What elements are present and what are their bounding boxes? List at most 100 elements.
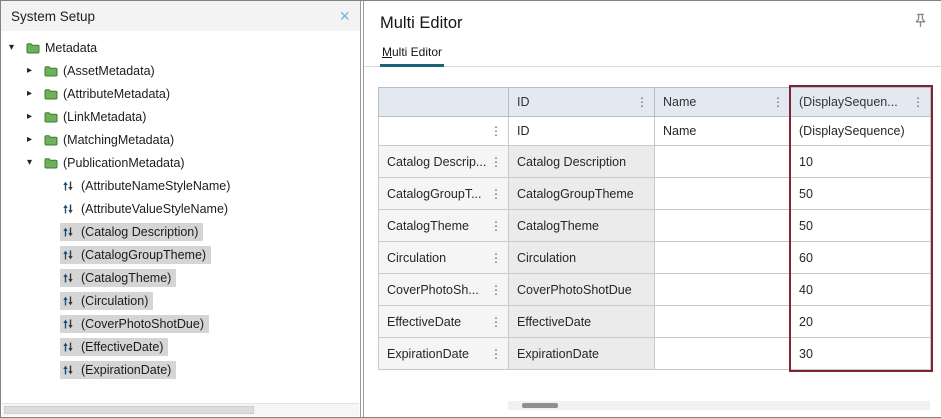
name-cell[interactable] bbox=[655, 146, 791, 178]
attribute-icon bbox=[62, 272, 76, 284]
cell-text: 20 bbox=[799, 315, 813, 329]
display-sequence-cell[interactable]: 60 bbox=[791, 242, 931, 274]
tree-item-attributemetadata[interactable]: ▸(AttributeMetadata) bbox=[1, 82, 360, 105]
cell-menu-icon[interactable]: ⋮ bbox=[486, 348, 502, 360]
id-cell[interactable]: CatalogTheme bbox=[509, 210, 655, 242]
tree-item-catalogtheme[interactable]: (CatalogTheme) bbox=[1, 266, 360, 289]
tree-selection-highlight: (CoverPhotoShotDue) bbox=[60, 315, 209, 333]
cell-menu-icon[interactable]: ⋮ bbox=[486, 316, 502, 328]
tab-multi-editor[interactable]: Multi Editor bbox=[380, 42, 444, 67]
tree-item-matchingmetadata[interactable]: ▸ (MatchingMetadata) bbox=[1, 128, 360, 151]
tree-item-expirationdate[interactable]: (ExpirationDate) bbox=[1, 358, 360, 381]
tree-item-attributenamestylename[interactable]: (AttributeNameStyleName) bbox=[1, 174, 360, 197]
tree-item-metadata[interactable]: ▾ Metadata bbox=[1, 36, 360, 59]
id-cell[interactable]: CatalogGroupTheme bbox=[509, 178, 655, 210]
cell-menu-icon[interactable]: ⋮ bbox=[908, 96, 924, 108]
id-cell[interactable]: CoverPhotoShotDue bbox=[509, 274, 655, 306]
name-cell[interactable] bbox=[655, 178, 791, 210]
cell-text: CoverPhotoShotDue bbox=[517, 283, 632, 297]
tree-selection-highlight: (EffectiveDate) bbox=[60, 338, 168, 356]
attribute-icon bbox=[62, 180, 76, 192]
tree-scrollbar-thumb[interactable] bbox=[4, 406, 254, 414]
cell-menu-icon[interactable]: ⋮ bbox=[486, 188, 502, 200]
row-header-cell[interactable]: ExpirationDate⋮ bbox=[379, 338, 509, 370]
tree-item-circulation[interactable]: (Circulation) bbox=[1, 289, 360, 312]
display-sequence-cell[interactable]: 50 bbox=[791, 178, 931, 210]
cell-text: ID bbox=[517, 95, 530, 109]
row-header-cell[interactable]: Catalog Descrip...⋮ bbox=[379, 146, 509, 178]
cell-text: ExpirationDate bbox=[517, 347, 599, 361]
expand-arrow-icon[interactable]: ▸ bbox=[27, 134, 42, 145]
tree-item-label: (Catalog Description) bbox=[81, 225, 198, 239]
name-cell[interactable] bbox=[655, 210, 791, 242]
id-cell[interactable]: Circulation bbox=[509, 242, 655, 274]
tree-item-label: (CatalogGroupTheme) bbox=[81, 248, 206, 262]
tree-item-label: (AttributeNameStyleName) bbox=[81, 179, 230, 193]
tree-item-coverphotoshotdue[interactable]: (CoverPhotoShotDue) bbox=[1, 312, 360, 335]
display-sequence-cell[interactable]: 50 bbox=[791, 210, 931, 242]
collapse-arrow-icon[interactable]: ▾ bbox=[27, 157, 42, 168]
column-header-name[interactable]: Name ⋮ bbox=[655, 88, 791, 117]
row-header-cell[interactable]: Circulation⋮ bbox=[379, 242, 509, 274]
expand-arrow-icon[interactable]: ▸ bbox=[27, 65, 42, 76]
multi-editor-grid: ID⋮Name⋮(DisplaySequen...⋮⋮IDName(Displa… bbox=[378, 87, 931, 370]
row-header-cell[interactable]: CoverPhotoSh...⋮ bbox=[379, 274, 509, 306]
display-sequence-cell[interactable]: 10 bbox=[791, 146, 931, 178]
tree-item-catalog-description[interactable]: (Catalog Description) bbox=[1, 220, 360, 243]
tree-horizontal-scrollbar[interactable] bbox=[2, 403, 359, 416]
tree-item-publicationmetadata[interactable]: ▾(PublicationMetadata) bbox=[1, 151, 360, 174]
tree-item-linkmetadata[interactable]: ▸(LinkMetadata) bbox=[1, 105, 360, 128]
multi-editor-header: Multi Editor bbox=[364, 1, 941, 33]
display-sequence-cell[interactable]: 30 bbox=[791, 338, 931, 370]
row-header-cell[interactable]: CatalogTheme⋮ bbox=[379, 210, 509, 242]
cell-menu-icon[interactable]: ⋮ bbox=[768, 96, 784, 108]
id-cell[interactable]: ExpirationDate bbox=[509, 338, 655, 370]
pin-icon[interactable] bbox=[913, 13, 928, 33]
tree-item-label: (MatchingMetadata) bbox=[63, 133, 174, 147]
tree-item-content: (PublicationMetadata) bbox=[42, 154, 190, 172]
id-cell[interactable]: Catalog Description bbox=[509, 146, 655, 178]
collapse-arrow-icon[interactable]: ▾ bbox=[9, 42, 24, 53]
name-cell[interactable] bbox=[655, 242, 791, 274]
attribute-icon bbox=[62, 364, 76, 376]
cell-menu-icon[interactable]: ⋮ bbox=[486, 252, 502, 264]
cell-menu-icon[interactable]: ⋮ bbox=[486, 125, 502, 137]
grid-horizontal-scrollbar[interactable] bbox=[508, 401, 930, 410]
grid-scrollbar-thumb[interactable] bbox=[522, 403, 558, 408]
corner-header-cell bbox=[379, 88, 509, 117]
column-header-id[interactable]: ID ⋮ bbox=[509, 88, 655, 117]
display-sequence-cell[interactable]: 20 bbox=[791, 306, 931, 338]
name-cell[interactable] bbox=[655, 338, 791, 370]
cell-menu-icon[interactable]: ⋮ bbox=[486, 220, 502, 232]
tree-item-assetmetadata[interactable]: ▸(AssetMetadata) bbox=[1, 59, 360, 82]
tree-item-label: (ExpirationDate) bbox=[81, 363, 171, 377]
tree-item-label: Metadata bbox=[45, 41, 97, 55]
cell-menu-icon[interactable]: ⋮ bbox=[632, 96, 648, 108]
cell-text: Catalog Descrip... bbox=[387, 155, 486, 169]
cell-text: EffectiveDate bbox=[387, 315, 461, 329]
tree-item-cataloggrouptheme[interactable]: (CatalogGroupTheme) bbox=[1, 243, 360, 266]
page-title: Multi Editor bbox=[380, 14, 925, 33]
attribute-icon bbox=[62, 249, 76, 261]
name-cell[interactable] bbox=[655, 274, 791, 306]
cell-menu-icon[interactable]: ⋮ bbox=[486, 156, 502, 168]
tab-bar: Multi Editor bbox=[364, 42, 941, 67]
tree-item-effectivedate[interactable]: (EffectiveDate) bbox=[1, 335, 360, 358]
display-sequence-cell[interactable]: 40 bbox=[791, 274, 931, 306]
expand-arrow-icon[interactable]: ▸ bbox=[27, 88, 42, 99]
cell-text: CatalogTheme bbox=[517, 219, 599, 233]
table-row-coverphotoshotdue: CoverPhotoSh...⋮ CoverPhotoShotDue 40 bbox=[379, 274, 931, 306]
tree-item-attributevaluestylename[interactable]: (AttributeValueStyleName) bbox=[1, 197, 360, 220]
expand-arrow-icon[interactable]: ▸ bbox=[27, 111, 42, 122]
column-header-display-sequence[interactable]: (DisplaySequen...⋮ bbox=[791, 88, 931, 117]
name-cell[interactable] bbox=[655, 306, 791, 338]
field-row-header-cell[interactable]: ⋮ bbox=[379, 117, 509, 146]
row-header-cell[interactable]: EffectiveDate ⋮ bbox=[379, 306, 509, 338]
cell-menu-icon[interactable]: ⋮ bbox=[486, 284, 502, 296]
cell-text: Name bbox=[663, 95, 696, 109]
id-cell[interactable]: EffectiveDate bbox=[509, 306, 655, 338]
row-header-cell[interactable]: CatalogGroupT...⋮ bbox=[379, 178, 509, 210]
attribute-icon bbox=[62, 295, 76, 307]
close-icon[interactable]: × bbox=[337, 7, 352, 25]
folder-icon bbox=[44, 88, 58, 100]
